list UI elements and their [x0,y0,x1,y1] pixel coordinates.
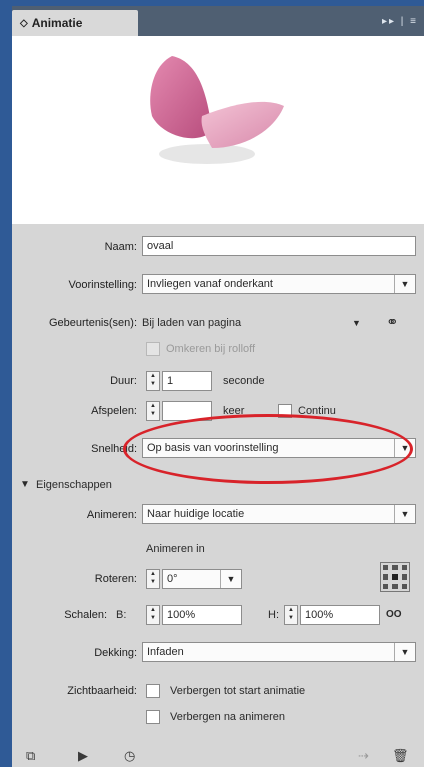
trash-icon[interactable]: 🗑 [392,748,409,764]
schalen-h-stepper[interactable]: ▲ ▼ [284,605,298,625]
roteren-dropdown[interactable]: 0° ▼ [162,569,242,589]
tab-title: Animatie [31,16,83,30]
roteren-value: 0° [167,573,178,585]
convert-icon[interactable]: ⇢ [358,748,369,764]
snelheid-dropdown[interactable]: Op basis van voorinstelling ▼ [142,438,416,458]
schalen-b-input[interactable]: 100% [162,605,242,625]
tab-collapse-icon[interactable]: ◇ [20,18,28,29]
animeren-row: Animeren: Naar huidige locatie ▼ [12,504,424,526]
animeren-in-label: Animeren in [146,543,205,555]
dekking-value: Infaden [147,646,184,658]
eigenschappen-title: Eigenschappen [36,479,112,491]
roteren-row: Roteren: ▲ ▼ 0° ▼ [12,562,424,592]
motion-path-icon[interactable]: ▶︎ [78,748,88,764]
naam-row: Naam: ovaal [12,236,424,258]
verbergen-tot-start-label: Verbergen tot start animatie [170,685,306,697]
gebeurtenissen-label: Gebeurtenis(sen): [48,317,137,329]
animeren-label: Animeren: [86,509,137,521]
snelheid-row: Snelheid: Op basis van voorinstelling ▼ [12,438,424,460]
schalen-row: Schalen: B: ▲ ▼ 100% H: ▲ ▼ 100% OO [12,604,424,626]
chevron-down-icon[interactable]: ▼ [394,643,415,661]
dekking-label: Dekking: [94,647,137,659]
dekking-row: Dekking: Infaden ▼ [12,642,424,664]
verbergen-na-animeren-checkbox[interactable] [146,710,160,724]
schalen-h-label: H: [268,609,279,621]
gebeurtenissen-dropdown-icon[interactable]: ▼ [352,312,361,334]
panel-bottom-toolbar: ⧉ ▶︎ ◷ ⇢ 🗑 [12,746,424,767]
eigenschappen-header[interactable]: ▼ Eigenschappen [12,474,424,496]
schalen-h-input[interactable]: 100% [300,605,380,625]
butterfly-preview-image [150,56,284,164]
afspelen-stepper[interactable]: ▲ ▼ [146,401,160,421]
afspelen-label: Afspelen: [91,405,137,417]
omkeren-checkbox[interactable] [146,342,160,356]
roteren-label: Roteren: [94,573,137,585]
panel-tab-bar: ◇ Animatie ▸▸ | ≡ [12,6,424,36]
roteren-stepper[interactable]: ▲ ▼ [146,569,160,589]
gebeurtenissen-value[interactable]: Bij laden van pagina [142,312,241,334]
schalen-label: Schalen: [64,609,107,621]
gebeurtenissen-row: Gebeurtenis(sen): Bij laden van pagina ▼… [12,312,424,334]
continu-label: Continu [298,405,336,417]
afspelen-unit: keer [223,405,245,417]
zichtbaarheid-label: Zichtbaarheid: [67,685,137,697]
chevron-down-icon[interactable]: ▼ [394,505,415,523]
animeren-in-row: Animeren in [12,538,424,560]
continu-checkbox[interactable] [278,404,292,418]
constrain-proportions-icon[interactable]: OO [386,604,402,626]
voorinstelling-dropdown[interactable]: Invliegen vanaf onderkant ▼ [142,274,416,294]
chevron-down-icon[interactable]: ▼ [220,570,241,588]
tab-animatie[interactable]: ◇ Animatie [12,10,138,36]
disclosure-triangle-icon[interactable]: ▼ [20,479,30,490]
animation-preview [12,36,424,224]
afspelen-input[interactable] [162,401,212,421]
verbergen-tot-start-checkbox[interactable] [146,684,160,698]
voorinstelling-value: Invliegen vanaf onderkant [147,278,273,290]
animeren-dropdown[interactable]: Naar huidige locatie ▼ [142,504,416,524]
link-icon[interactable]: ⚭ [386,312,399,334]
animation-panel: ◇ Animatie ▸▸ | ≡ Naam: ovaal Voorinstel… [12,6,424,767]
zichtbaarheid-row: Zichtbaarheid: Verbergen tot start anima… [12,680,424,702]
zichtbaarheid-row-2: Verbergen na animeren [12,706,424,728]
omkeren-label: Omkeren bij rolloff [166,343,256,355]
duur-unit: seconde [223,375,265,387]
chevron-down-icon[interactable]: ▼ [394,439,415,457]
snelheid-value: Op basis van voorinstelling [147,442,279,454]
naam-label: Naam: [104,241,137,253]
timing-icon[interactable]: ◷ [124,748,135,764]
schalen-b-label: B: [116,609,127,621]
window-background [0,0,12,767]
voorinstelling-label: Voorinstelling: [68,279,138,291]
duur-stepper[interactable]: ▲ ▼ [146,371,160,391]
chevron-down-icon[interactable]: ▼ [394,275,415,293]
duur-input[interactable]: 1 [162,371,212,391]
verbergen-na-animeren-label: Verbergen na animeren [170,711,285,723]
panel-menu-icon[interactable]: ▸▸ | ≡ [382,16,418,27]
reference-point-icon[interactable] [380,562,410,592]
naam-input[interactable]: ovaal [142,236,416,256]
omkeren-row: Omkeren bij rolloff [12,338,424,360]
voorinstelling-row: Voorinstelling: Invliegen vanaf onderkan… [12,274,424,296]
duur-row: Duur: ▲ ▼ 1 seconde [12,370,424,392]
snelheid-label: Snelheid: [91,443,137,455]
afspelen-row: Afspelen: ▲ ▼ keer Continu [12,400,424,422]
schalen-b-stepper[interactable]: ▲ ▼ [146,605,160,625]
dekking-dropdown[interactable]: Infaden ▼ [142,642,416,662]
preview-icon[interactable]: ⧉ [26,748,35,764]
animeren-value: Naar huidige locatie [147,508,245,520]
duur-label: Duur: [110,375,137,387]
